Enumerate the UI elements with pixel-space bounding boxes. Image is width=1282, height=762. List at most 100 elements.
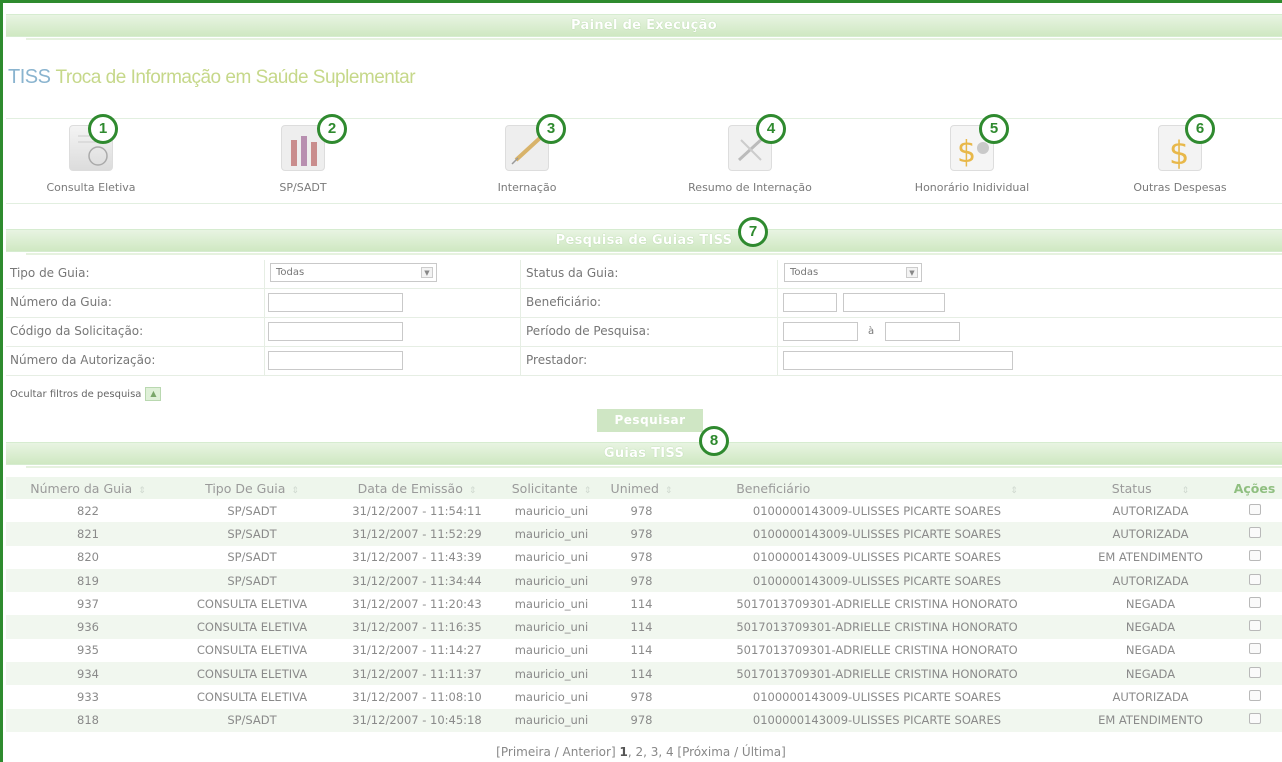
- cell-numero: 937: [77, 596, 99, 611]
- table-row[interactable]: 819 SP/SADT 31/12/2007 - 11:34:44 mauricio_…: [6, 568, 1282, 593]
- periodo-start-input[interactable]: [783, 322, 858, 341]
- cell-unimed: 978: [603, 708, 680, 732]
- cell-status: AUTORIZADA: [1112, 690, 1189, 705]
- cell-solicitante: mauricio_uni: [500, 522, 603, 546]
- printer-icon[interactable]: [1248, 573, 1261, 585]
- table-row[interactable]: 820 SP/SADT 31/12/2007 - 11:43:39 mauricio_…: [6, 546, 1282, 569]
- cell-unimed: 978: [630, 503, 653, 518]
- callout-badge: 2: [317, 114, 347, 144]
- printer-icon[interactable]: [1248, 620, 1261, 632]
- tipo-guia-select[interactable]: Todas ▼: [270, 263, 437, 282]
- callout-badge: 3: [536, 114, 566, 144]
- numero-guia-input[interactable]: [268, 293, 403, 312]
- periodo-label: Período de Pesquisa:: [526, 324, 651, 338]
- tiss-brand: TISS Troca de Informação em Saúde Suplem…: [8, 66, 416, 89]
- cell-data: 31/12/2007 - 11:52:29: [334, 522, 500, 546]
- printer-icon[interactable]: [1248, 690, 1261, 702]
- periodo-end-input[interactable]: [885, 322, 960, 341]
- cell-status: AUTORIZADA: [1074, 568, 1227, 593]
- col-tipo-guia[interactable]: Tipo De Guia ⇕: [170, 477, 334, 499]
- actions-cell: [1227, 615, 1282, 639]
- cell-beneficiario: 0100000143009-ULISSES PICARTE SOARES: [680, 522, 1074, 546]
- tipo-guia-label: Tipo de Guia:: [10, 266, 90, 280]
- cell-data: 31/12/2007 - 11:34:44: [334, 568, 500, 593]
- table-row[interactable]: 934 CONSULTA ELETIVA 31/12/2007 - 11:11:37…: [6, 662, 1282, 686]
- tiss-subtitle: Troca de Informação em Saúde Suplementar: [55, 67, 416, 88]
- col-solicitante[interactable]: Solicitante ⇕: [500, 477, 603, 499]
- form-row: Tipo de Guia: Todas ▼ Status da Guia: Tod…: [6, 260, 1282, 289]
- cell-unimed: 978: [603, 522, 680, 546]
- cell-numero: 934: [6, 662, 170, 686]
- cell-data: 31/12/2007 - 11:16:35: [334, 615, 500, 639]
- callout-badge: 7: [738, 217, 768, 247]
- callout-badge: 8: [699, 426, 729, 456]
- col-data-emissao[interactable]: Data de Emissão ⇕: [334, 477, 500, 499]
- svg-text:$: $: [1169, 134, 1189, 172]
- hide-filters-link[interactable]: Ocultar filtros de pesquisa ▲: [10, 387, 162, 401]
- pager-pages-next-last[interactable]: , 2, 3, 4 [Próxima / Última]: [628, 745, 786, 759]
- guide-label: Honorário Inidividual: [914, 181, 1030, 194]
- table-row[interactable]: 821 SP/SADT 31/12/2007 - 11:52:29 mauricio_…: [6, 522, 1282, 546]
- form-row: Número da Autorização: Prestador:: [6, 347, 1282, 376]
- printer-icon[interactable]: [1248, 550, 1261, 562]
- guide-honorario-individual[interactable]: $ Honorário Inidividual: [872, 119, 1072, 194]
- actions-cell: [1227, 708, 1282, 732]
- table-row[interactable]: 937 CONSULTA ELETIVA 31/12/2007 - 11:20:43…: [6, 592, 1282, 615]
- actions-cell: [1227, 522, 1282, 546]
- cell-beneficiario: 0100000143009-ULISSES PICARTE SOARES: [752, 550, 1002, 565]
- cell-tipo: CONSULTA ELETIVA: [170, 615, 334, 639]
- numero-autorizacao-input[interactable]: [268, 351, 403, 370]
- cell-solicitante: mauricio_uni: [514, 503, 589, 518]
- col-unimed[interactable]: Unimed ⇕: [603, 477, 680, 499]
- guide-label: Consulta Eletiva: [46, 181, 136, 194]
- numero-autorizacao-label: Número da Autorização:: [10, 353, 156, 367]
- cell-tipo: CONSULTA ELETIVA: [196, 690, 308, 705]
- col-status[interactable]: Status ⇕: [1074, 477, 1227, 499]
- cell-tipo: CONSULTA ELETIVA: [170, 662, 334, 686]
- printer-icon[interactable]: [1248, 666, 1261, 678]
- cell-solicitante: mauricio_uni: [514, 690, 589, 705]
- guide-outras-despesas[interactable]: $ Outras Despesas: [1080, 119, 1280, 194]
- table-row[interactable]: 818 SP/SADT 31/12/2007 - 10:45:18 mauricio_…: [6, 708, 1282, 732]
- cell-tipo: CONSULTA ELETIVA: [196, 596, 308, 611]
- pager-first-prev[interactable]: [Primeira / Anterior]: [496, 745, 615, 759]
- printer-icon[interactable]: [1248, 596, 1261, 608]
- status-guia-label: Status da Guia:: [526, 266, 619, 280]
- actions-cell: [1227, 546, 1282, 569]
- prestador-label: Prestador:: [526, 353, 588, 367]
- printer-icon[interactable]: [1248, 503, 1261, 515]
- pagination: [Primeira / Anterior] 1, 2, 3, 4 [Próxim…: [0, 745, 1282, 759]
- col-beneficiario[interactable]: Beneficiário ⇕: [680, 477, 1074, 499]
- search-button[interactable]: Pesquisar: [597, 409, 703, 432]
- beneficiario-code-input[interactable]: [783, 293, 837, 312]
- cell-unimed: 114: [603, 615, 680, 639]
- cell-tipo: SP/SADT: [170, 522, 334, 546]
- cell-numero: 818: [6, 708, 170, 732]
- cell-data: 31/12/2007 - 11:11:37: [334, 662, 500, 686]
- guide-sp-sadt[interactable]: SP/SADT: [203, 119, 403, 194]
- beneficiario-name-input[interactable]: [843, 293, 945, 312]
- table-row[interactable]: 822 SP/SADT 31/12/2007 - 11:54:11 mauricio_…: [6, 499, 1282, 522]
- cell-beneficiario: 5017013709301-ADRIELLE CRISTINA HONORATO: [736, 643, 1018, 658]
- cell-tipo: CONSULTA ELETIVA: [196, 643, 308, 658]
- prestador-input[interactable]: [783, 351, 1013, 370]
- printer-icon[interactable]: [1248, 643, 1261, 655]
- guide-internacao[interactable]: Internação: [427, 119, 627, 194]
- cell-status: NEGADA: [1074, 615, 1227, 639]
- printer-icon[interactable]: [1248, 526, 1261, 538]
- codigo-solicitacao-input[interactable]: [268, 322, 403, 341]
- status-guia-select[interactable]: Todas ▼: [784, 263, 922, 282]
- printer-icon[interactable]: [1248, 713, 1261, 725]
- results-header: Guias TISS: [6, 442, 1282, 468]
- svg-text:$: $: [957, 135, 976, 170]
- table-row[interactable]: 933 CONSULTA ELETIVA 31/12/2007 - 11:08:10…: [6, 685, 1282, 708]
- cell-data: 31/12/2007 - 11:20:43: [352, 596, 482, 611]
- table-row[interactable]: 935 CONSULTA ELETIVA 31/12/2007 - 11:14:27…: [6, 639, 1282, 662]
- table-row[interactable]: 936 CONSULTA ELETIVA 31/12/2007 - 11:16:35…: [6, 615, 1282, 639]
- cell-beneficiario: 5017013709301-ADRIELLE CRISTINA HONORATO: [680, 662, 1074, 686]
- guide-resumo-internacao[interactable]: Resumo de Internação: [650, 119, 850, 194]
- guides-table: Número da Guia ⇕ Tipo De Guia ⇕ Data de Em…: [6, 477, 1282, 732]
- col-numero-guia[interactable]: Número da Guia ⇕: [6, 477, 170, 499]
- cell-numero: 933: [77, 690, 99, 705]
- cell-status: AUTORIZADA: [1074, 522, 1227, 546]
